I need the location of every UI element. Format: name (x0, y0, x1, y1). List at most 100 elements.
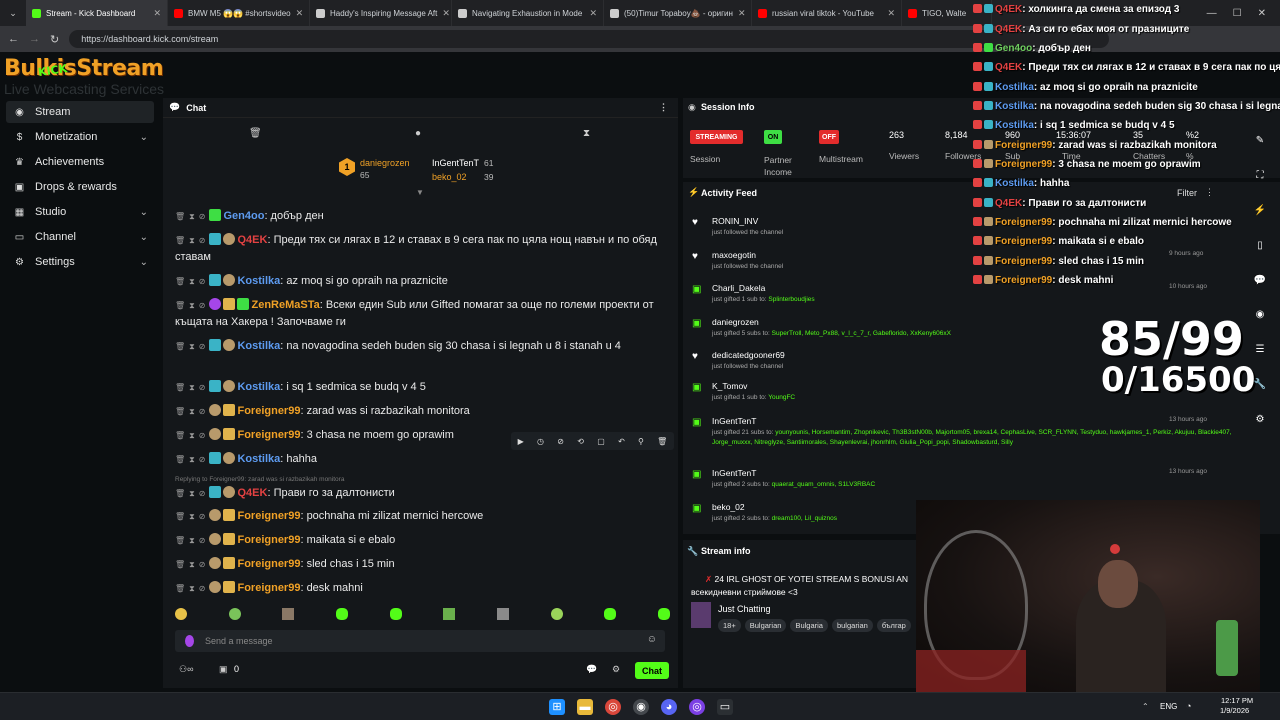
gifter-2-name[interactable]: InGentTenT (432, 158, 479, 168)
message-input[interactable]: Send a message ☺ (175, 630, 665, 652)
maximize-icon[interactable]: ☐ (1233, 8, 1242, 19)
activity-username[interactable]: InGentTenT (712, 416, 756, 426)
activity-username[interactable]: beko_02 (712, 502, 745, 512)
trash-icon[interactable]: 🗑 (175, 580, 185, 597)
timeout-icon[interactable]: ⧗ (189, 208, 195, 225)
gifter-3-name[interactable]: beko_02 (432, 172, 467, 182)
activity-username[interactable]: RONIN_INV (712, 216, 758, 226)
delete-icon[interactable]: 🗑 (657, 437, 667, 446)
page-icon[interactable]: ▯ (1257, 240, 1263, 251)
back-icon[interactable]: ← (8, 33, 19, 45)
emote-icon[interactable] (550, 608, 563, 620)
emote-icon[interactable] (228, 608, 241, 620)
ban-icon[interactable]: ⊘ (199, 580, 206, 597)
terminal-icon[interactable]: ▭ (717, 699, 733, 715)
trash-icon[interactable]: 🗑 (175, 338, 185, 355)
timeout-icon[interactable]: ⧗ (189, 508, 195, 525)
chat-username[interactable]: Q4EK (237, 487, 267, 499)
sidebar-item-channel[interactable]: ▭ Channel ⌄ (6, 226, 154, 248)
ban-icon[interactable]: ⊘ (199, 273, 206, 290)
stream-tag[interactable]: българ (876, 619, 911, 632)
timeout-icon[interactable]: ⧗ (189, 580, 195, 597)
pin-icon[interactable]: ⚲ (638, 437, 644, 446)
emote-icon[interactable] (496, 608, 509, 620)
emote-icon[interactable] (335, 608, 348, 620)
chat-mode-icon[interactable]: 💬 (586, 664, 597, 675)
close-tab-icon[interactable]: ✕ (887, 8, 895, 19)
network-icon[interactable]: ◔ (1186, 701, 1191, 711)
trash-icon[interactable]: 🗑 (175, 403, 185, 420)
emote-icon[interactable] (604, 608, 617, 620)
stream-tag[interactable]: Bulgaria (790, 619, 828, 632)
trash-icon[interactable]: 🗑 (175, 208, 185, 225)
close-tab-icon[interactable]: ✕ (442, 8, 450, 19)
timeout-icon[interactable]: ⧗ (189, 556, 195, 573)
activity-username[interactable]: K_Tomov (712, 381, 747, 391)
app-icon[interactable]: ◎ (689, 699, 705, 715)
ban-icon[interactable]: ⊘ (199, 379, 206, 396)
timeout-icon[interactable]: ⧗ (189, 532, 195, 549)
file-explorer-icon[interactable]: ▬ (577, 699, 593, 715)
chat-username[interactable]: Gen4oo (223, 210, 264, 222)
sidebar-item-achievements[interactable]: ♛ Achievements (6, 151, 154, 173)
activity-username[interactable]: Charli_Dakela (712, 283, 765, 293)
clock-time[interactable]: 12:17 PM (1221, 696, 1253, 705)
activity-username[interactable]: maxoegotin (712, 250, 756, 260)
hourglass-icon[interactable]: ⧗ (583, 128, 590, 139)
timeout-icon[interactable]: ⧗ (189, 273, 195, 290)
chat-username[interactable]: Kostilka (237, 381, 280, 393)
filter-button[interactable]: Filter (1177, 188, 1197, 198)
mute-icon[interactable]: ⊘ (557, 437, 564, 446)
sidebar-item-drops[interactable]: ▣ Drops & rewards (6, 176, 154, 198)
expand-icon[interactable]: ⛶ (1257, 170, 1264, 181)
trash-icon[interactable]: 🗑 (175, 485, 185, 502)
settings-icon[interactable]: ⚙ (612, 664, 620, 675)
activity-username[interactable]: dedicatedgooner69 (712, 350, 785, 360)
chatters-icon[interactable]: ⚇∞ (179, 664, 193, 675)
play-icon[interactable]: ▶ (518, 437, 524, 446)
trash-icon[interactable]: 🗑 (175, 532, 185, 549)
tab-tiktok[interactable]: russian viral tiktok - YouTube ✕ (752, 0, 902, 26)
ban-icon[interactable]: ⊘ (199, 556, 206, 573)
ban-icon[interactable]: ⊘ (199, 427, 206, 444)
expand-icon[interactable]: ▼ (416, 188, 424, 197)
copy-icon[interactable]: ▢ (597, 437, 605, 446)
stream-tag[interactable]: bulgarian (831, 619, 873, 632)
stream-tag[interactable]: 18+ (718, 619, 741, 632)
trash-icon[interactable]: 🗑 (249, 128, 262, 139)
timeout-icon[interactable]: ⧗ (189, 297, 195, 314)
timeout-icon[interactable]: ⧗ (189, 232, 195, 249)
timeout-icon[interactable]: ⧗ (189, 403, 195, 420)
trash-icon[interactable]: 🗑 (175, 508, 185, 525)
activity-username[interactable]: daniegrozen (712, 317, 759, 327)
ban-icon[interactable]: ⊘ (199, 338, 206, 355)
chat-username[interactable]: Foreigner99 (237, 405, 300, 417)
lightning-icon[interactable]: ⚡ (1254, 205, 1266, 216)
clock-icon[interactable]: ◷ (537, 437, 544, 446)
undo-icon[interactable]: ↶ (618, 437, 625, 446)
more-options-icon[interactable]: ⋮ (1205, 187, 1214, 198)
emote-icon[interactable] (657, 608, 670, 620)
chat-icon[interactable]: 💬 (1254, 275, 1266, 286)
top-gifter-name[interactable]: daniegrozen (360, 158, 410, 168)
discord-icon[interactable]: ◕ (661, 699, 677, 715)
tab-exhaustion[interactable]: Navigating Exhaustion in Mode ✕ (452, 0, 604, 26)
close-tab-icon[interactable]: ✕ (153, 8, 161, 19)
chat-username[interactable]: Kostilka (237, 340, 280, 352)
forward-icon[interactable]: → (29, 33, 40, 45)
ban-icon[interactable]: ⊘ (199, 232, 206, 249)
trash-icon[interactable]: 🗑 (175, 556, 185, 573)
ban-icon[interactable]: ⊘ (199, 208, 206, 225)
timeout-icon[interactable]: ⧗ (189, 485, 195, 502)
reload-icon[interactable]: ↻ (50, 33, 59, 46)
tab-kick-dashboard[interactable]: Stream - Kick Dashboard ✕ (26, 0, 168, 26)
chat-username[interactable]: Foreigner99 (237, 582, 300, 594)
emote-icon[interactable] (389, 608, 402, 620)
chat-username[interactable]: Foreigner99 (237, 429, 300, 441)
chat-username[interactable]: Kostilka (237, 453, 280, 465)
obs-icon[interactable]: ◉ (633, 699, 649, 715)
sidebar-item-monetization[interactable]: $ Monetization ⌄ (6, 126, 154, 148)
windows-start-icon[interactable]: ⊞ (549, 699, 565, 715)
chrome-icon[interactable]: ◎ (605, 699, 621, 715)
stream-tag[interactable]: Bulgarian (744, 619, 787, 632)
